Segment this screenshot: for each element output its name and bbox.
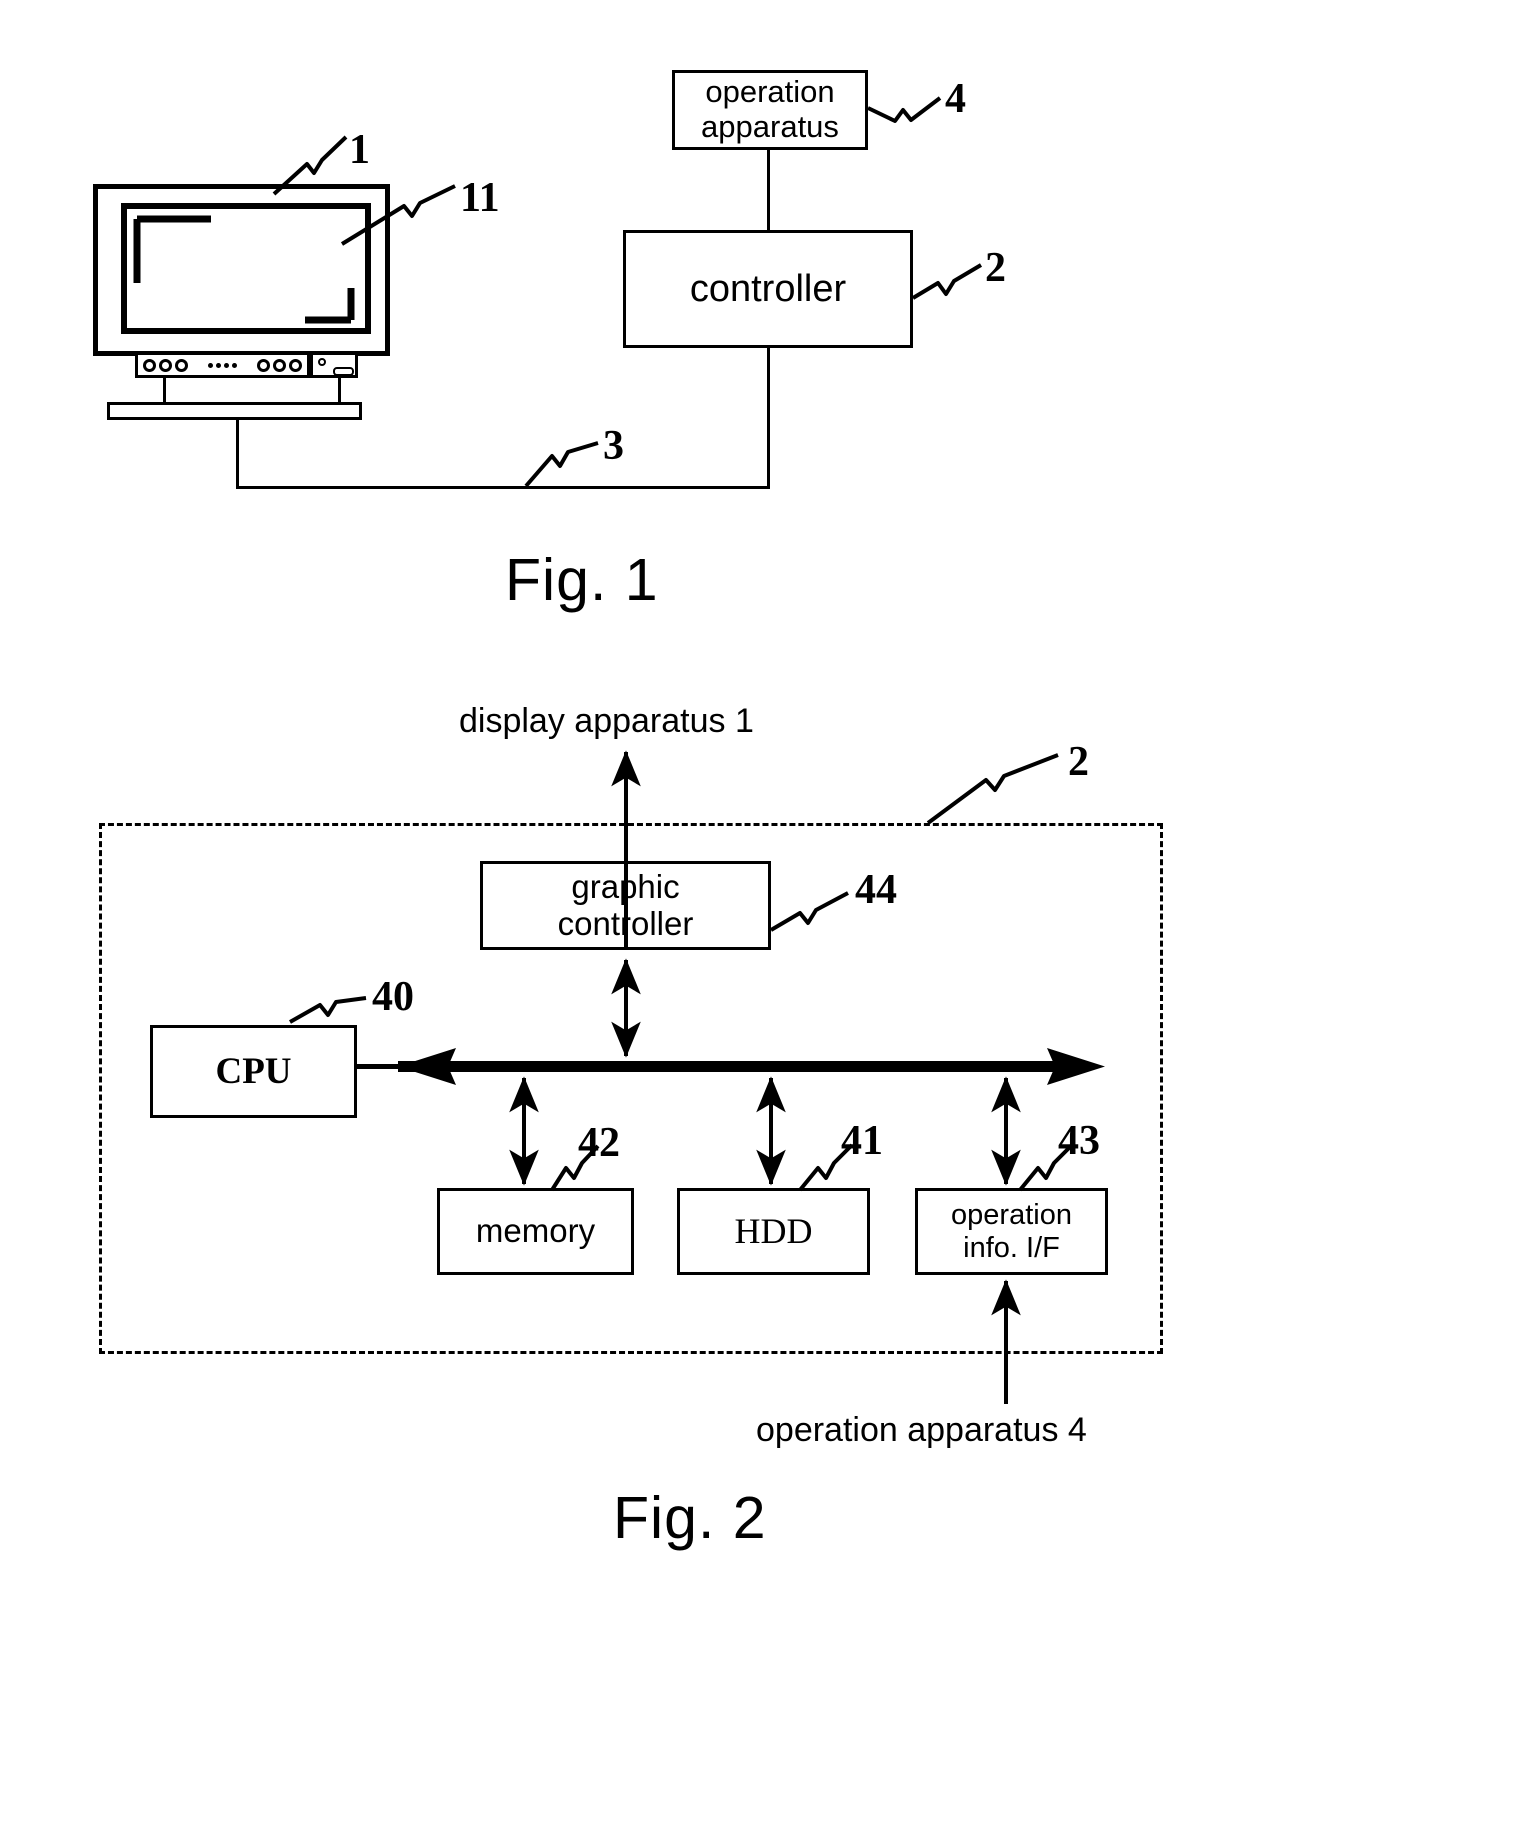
monitor-control-panel (135, 352, 310, 378)
patent-figure-sheet: operation apparatus controller 1 11 4 2 … (0, 0, 1516, 1842)
graphic-controller-label-line1: graphic (571, 867, 680, 905)
leader-line-to-operation-apparatus (867, 96, 942, 123)
panel-dot-icon (224, 362, 229, 368)
operation-apparatus-box: operation apparatus (672, 70, 868, 150)
display-apparatus-arrow-label: display apparatus 1 (459, 702, 754, 740)
panel-knob-icon (143, 358, 156, 372)
cpu-box: CPU (150, 1025, 357, 1118)
reference-numeral-1: 1 (349, 127, 370, 173)
operation-apparatus-label-line1: operation (705, 74, 835, 110)
memory-label: memory (475, 1212, 596, 1250)
reference-numeral-2-fig2: 2 (1068, 739, 1089, 785)
panel-knob-icon (289, 358, 302, 372)
monitor-stand-base (107, 402, 362, 420)
leader-line-to-container (926, 753, 1059, 825)
graphic-controller-box: graphic controller (480, 861, 771, 950)
cable-segment-vertical-right (767, 348, 770, 488)
hdd-box: HDD (677, 1188, 870, 1275)
reference-numeral-4: 4 (945, 76, 966, 122)
operation-to-controller-connector (767, 150, 770, 230)
panel-dot-icon (216, 362, 221, 368)
graphic-controller-label-line2: controller (557, 904, 694, 942)
operation-info-interface-box: operation info. I/F (915, 1188, 1108, 1275)
cable-segment-vertical-left (236, 420, 239, 488)
cpu-label: CPU (215, 1050, 292, 1092)
power-switch-icon (333, 367, 354, 376)
monitor-stand-neck-right (338, 378, 341, 404)
memory-box: memory (437, 1188, 634, 1275)
panel-dot-icon (232, 362, 237, 368)
reference-numeral-42: 42 (578, 1120, 620, 1166)
operation-info-label-line1: operation (951, 1199, 1072, 1232)
reference-numeral-41: 41 (841, 1118, 883, 1164)
reference-numeral-40: 40 (372, 974, 414, 1020)
panel-dot-icon (208, 362, 213, 368)
display-screen (121, 203, 371, 334)
reference-numeral-3: 3 (603, 423, 624, 469)
monitor-power-panel (310, 352, 358, 378)
system-bus (398, 1061, 1060, 1072)
power-led-icon (318, 358, 326, 366)
controller-box: controller (623, 230, 913, 348)
reference-numeral-2: 2 (985, 245, 1006, 291)
panel-knob-icon (273, 358, 286, 372)
cable-segment-horizontal (236, 486, 770, 489)
operation-info-label-line2: info. I/F (963, 1231, 1060, 1264)
panel-knob-icon (159, 358, 172, 372)
operation-apparatus-arrow-label: operation apparatus 4 (756, 1411, 1087, 1449)
reference-numeral-11: 11 (460, 175, 500, 221)
leader-line-to-cable (524, 441, 599, 488)
panel-knob-icon (257, 358, 270, 372)
figure-2-caption: Fig. 2 (613, 1485, 767, 1551)
figure-1-caption: Fig. 1 (505, 547, 659, 613)
reference-numeral-44: 44 (855, 867, 897, 913)
reference-numeral-43: 43 (1058, 1118, 1100, 1164)
monitor-stand-neck-left (163, 378, 166, 404)
hdd-label: HDD (734, 1211, 813, 1252)
controller-label: controller (689, 267, 847, 310)
panel-knob-icon (175, 358, 188, 372)
leader-line-to-controller (911, 263, 983, 300)
operation-apparatus-label-line2: apparatus (701, 109, 839, 144)
